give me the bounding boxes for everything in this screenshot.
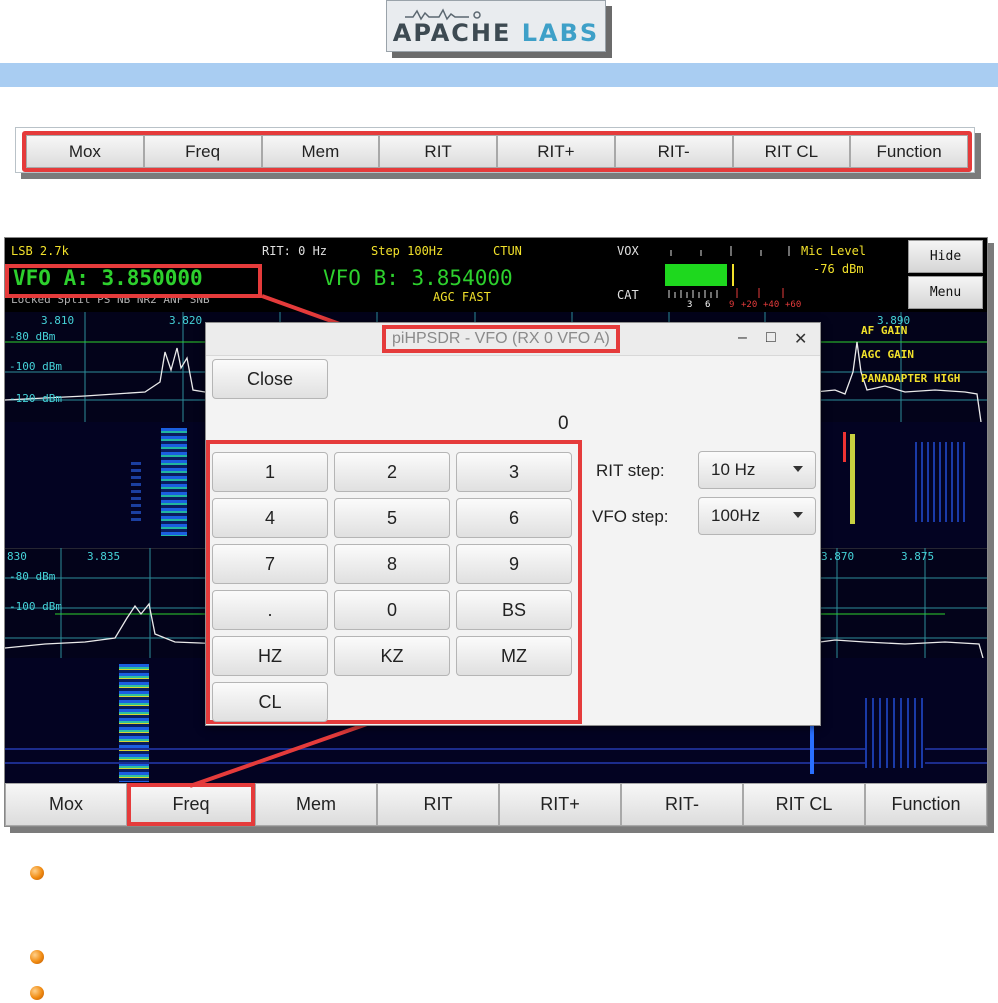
meter-scale-3: 3	[687, 300, 693, 310]
rit-step-label: RIT step:	[596, 461, 665, 480]
key-decimal[interactable]: .	[212, 590, 328, 630]
button-strip-preview: Mox Freq Mem RIT RIT+ RIT- RIT CL Functi…	[15, 127, 975, 173]
key-5[interactable]: 5	[334, 498, 450, 538]
bullet-icon	[30, 866, 44, 880]
minimize-icon[interactable]: –	[738, 329, 747, 347]
vfo-dialog: piHPSDR - VFO (RX 0 VFO A) – □ ✕ Close 0…	[205, 322, 821, 726]
freq-button[interactable]: Freq	[127, 783, 255, 826]
agc-status: AGC FAST	[433, 290, 491, 304]
agc-gain-label: AGC GAIN	[861, 348, 914, 361]
close-icon[interactable]: ✕	[794, 329, 807, 349]
dialog-title-bar[interactable]: piHPSDR - VFO (RX 0 VFO A) – □ ✕	[206, 323, 820, 356]
panadapter-high-label: PANADAPTER HIGH	[861, 372, 961, 385]
pana1-db-100: -100 dBm	[9, 360, 62, 373]
step-status: Step 100Hz	[371, 244, 444, 258]
key-8[interactable]: 8	[334, 544, 450, 584]
maximize-icon[interactable]: □	[766, 329, 776, 347]
apache-labs-logo: APACHE LABS	[386, 0, 606, 52]
frequency-entry-display: 0	[558, 413, 569, 434]
rit-step-select[interactable]: 10 Hz	[698, 451, 816, 489]
pana2-db-100: -100 dBm	[9, 600, 62, 613]
meter-scale-9: 9	[729, 300, 735, 310]
rit-status: RIT: 0 Hz	[262, 244, 328, 258]
mem-button[interactable]: Mem	[255, 783, 377, 826]
pana2-tick-4: 3.875	[901, 550, 935, 563]
rit-button[interactable]: RIT	[377, 783, 499, 826]
rit-button[interactable]: RIT	[379, 135, 497, 168]
mox-button[interactable]: Mox	[26, 135, 144, 168]
key-2[interactable]: 2	[334, 452, 450, 492]
meter-scale-6: 6	[705, 300, 711, 310]
key-mhz[interactable]: MZ	[456, 636, 572, 676]
function-button[interactable]: Function	[865, 783, 987, 826]
key-3[interactable]: 3	[456, 452, 572, 492]
mem-button[interactable]: Mem	[261, 135, 380, 168]
rit-minus-button[interactable]: RIT-	[621, 783, 743, 826]
dropdown-arrow-icon	[793, 466, 803, 472]
function-button[interactable]: Function	[850, 135, 968, 168]
key-hz[interactable]: HZ	[212, 636, 328, 676]
ctun-status: CTUN	[493, 244, 522, 258]
meter-scale-40: +40	[763, 300, 780, 310]
bullet-icon	[30, 986, 44, 1000]
rit-clear-button[interactable]: RIT CL	[743, 783, 865, 826]
logo-text: APACHE LABS	[392, 19, 600, 47]
pana2-tick-1: 3.835	[87, 550, 121, 563]
mic-level-value: -76 dBm	[813, 262, 864, 276]
vfo-step-select[interactable]: 100Hz	[698, 497, 816, 535]
vfo-step-label: VFO step:	[592, 507, 669, 526]
button-strip-highlight: Mox Freq Mem RIT RIT+ RIT- RIT CL Functi…	[22, 131, 972, 172]
pana2-db-80: -80 dBm	[9, 570, 56, 583]
hide-button[interactable]: Hide	[908, 240, 983, 273]
signal-wave-icon	[405, 8, 481, 21]
section-band	[0, 63, 998, 87]
vfo-step-value: 100Hz	[711, 506, 761, 525]
pana2-tick-0: 830	[7, 550, 27, 563]
pana2-tick-3: 3.870	[821, 550, 855, 563]
rit-plus-button[interactable]: RIT+	[497, 135, 615, 168]
key-khz[interactable]: KZ	[334, 636, 450, 676]
close-button[interactable]: Close	[212, 359, 328, 399]
mic-level-label: Mic Level	[801, 244, 867, 258]
cat-status: CAT	[617, 288, 639, 302]
rit-plus-button[interactable]: RIT+	[499, 783, 621, 826]
keypad-highlight: 1 2 3 4 5 6 7 8 9 . 0 BS HZ KZ MZ CL	[206, 440, 582, 724]
rit-step-value: 10 Hz	[711, 460, 756, 479]
key-7[interactable]: 7	[212, 544, 328, 584]
rit-minus-button[interactable]: RIT-	[614, 135, 733, 168]
af-gain-label: AF GAIN	[861, 324, 908, 337]
key-backspace[interactable]: BS	[456, 590, 572, 630]
pana1-db-120: -120 dBm	[9, 392, 62, 405]
freq-button[interactable]: Freq	[143, 135, 262, 168]
pana1-tick-1: 3.820	[169, 314, 203, 327]
key-0[interactable]: 0	[334, 590, 450, 630]
mode-label: LSB 2.7k	[11, 244, 69, 258]
meter-scale-60: +60	[785, 300, 802, 310]
rit-clear-button[interactable]: RIT CL	[732, 135, 851, 168]
bullet-icon	[30, 950, 44, 964]
menu-button[interactable]: Menu	[908, 276, 983, 309]
meter-scale-20: +20	[741, 300, 758, 310]
dialog-title: piHPSDR - VFO (RX 0 VFO A)	[382, 325, 620, 353]
vox-status: VOX	[617, 244, 639, 258]
key-6[interactable]: 6	[456, 498, 572, 538]
dropdown-arrow-icon	[793, 512, 803, 518]
key-4[interactable]: 4	[212, 498, 328, 538]
bottom-button-bar: Mox Freq Mem RIT RIT+ RIT- RIT CL Functi…	[5, 783, 987, 826]
key-clear[interactable]: CL	[212, 682, 328, 722]
vfo-b-frequency[interactable]: VFO B: 3.854000	[323, 266, 513, 290]
key-1[interactable]: 1	[212, 452, 328, 492]
pana1-db-80: -80 dBm	[9, 330, 56, 343]
mox-button[interactable]: Mox	[5, 783, 127, 826]
pana1-tick-0: 3.810	[41, 314, 75, 327]
key-9[interactable]: 9	[456, 544, 572, 584]
vfo-a-highlight	[5, 264, 262, 298]
